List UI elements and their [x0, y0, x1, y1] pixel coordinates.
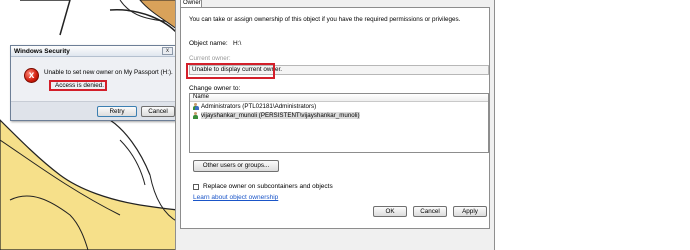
- group-icon: [192, 103, 199, 110]
- owner-name: vijayshankar_munoli (PERSISTENT\vijaysha…: [201, 112, 360, 119]
- replace-owner-label: Replace owner on subcontainers and objec…: [203, 183, 333, 190]
- replace-owner-checkbox[interactable]: [193, 184, 199, 190]
- object-name-label: Object name:: [189, 40, 228, 47]
- object-name-value: H:\: [233, 40, 242, 47]
- highlight-annotation: [186, 63, 275, 79]
- retry-button[interactable]: Retry: [97, 106, 137, 117]
- owner-tab-panel: You can take or assign ownership of this…: [180, 7, 490, 229]
- list-item-selected[interactable]: vijayshankar_munoli (PERSISTENT\vijaysha…: [190, 111, 488, 120]
- error-message: Unable to set new owner on My Passport (…: [44, 69, 173, 76]
- owner-settings-dialog: Owner You can take or assign ownership o…: [175, 0, 495, 250]
- user-icon: [192, 112, 199, 119]
- apply-button[interactable]: Apply: [453, 206, 487, 217]
- error-icon: x: [24, 68, 39, 83]
- owner-name: Administrators (PTL02181\Administrators): [201, 103, 317, 110]
- other-users-button[interactable]: Other users or groups...: [193, 160, 279, 172]
- dialog-title: Windows Security: [11, 46, 175, 57]
- dialog-button-bar: Retry Cancel: [11, 101, 175, 120]
- learn-ownership-link[interactable]: Learn about object ownership: [193, 194, 278, 201]
- ok-button[interactable]: OK: [373, 206, 407, 217]
- intro-text: You can take or assign ownership of this…: [189, 16, 461, 23]
- list-item[interactable]: Administrators (PTL02181\Administrators): [190, 102, 488, 111]
- list-header-name[interactable]: Name: [190, 94, 488, 102]
- access-denied-text: Access is denied.: [49, 80, 107, 91]
- cancel-button[interactable]: Cancel: [141, 106, 175, 117]
- background-cartoon-image: [0, 0, 180, 250]
- owner-list[interactable]: Name Administrators (PTL02181\Administra…: [189, 93, 489, 153]
- close-icon[interactable]: x: [162, 47, 173, 55]
- current-owner-label: Current owner:: [189, 55, 231, 62]
- cancel-button[interactable]: Cancel: [413, 206, 447, 217]
- windows-security-dialog: Windows Security x x Unable to set new o…: [10, 45, 176, 121]
- change-owner-label: Change owner to:: [189, 85, 241, 92]
